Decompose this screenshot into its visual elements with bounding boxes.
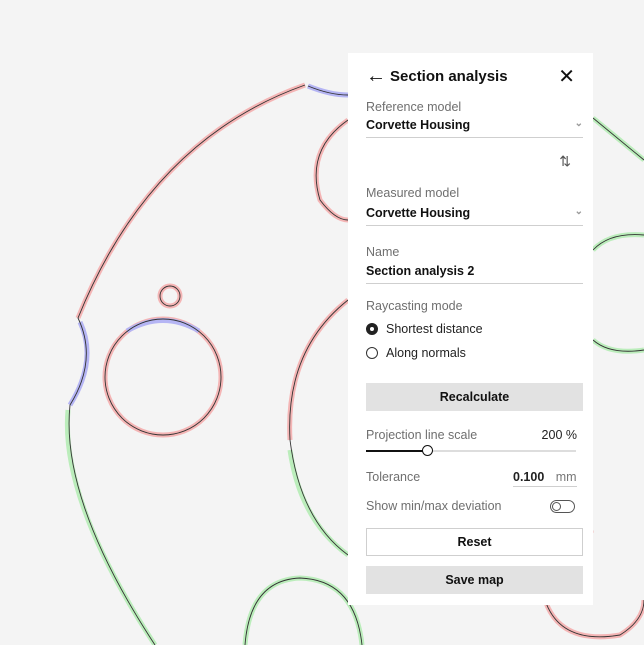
top-contour-under bbox=[307, 83, 349, 98]
projection-scale-value: 200 % bbox=[541, 428, 577, 442]
radio-unselected-icon bbox=[366, 347, 378, 359]
slider-handle[interactable] bbox=[421, 445, 433, 456]
outer-contour-lower bbox=[64, 409, 158, 645]
raycasting-mode-label: Raycasting mode bbox=[366, 299, 463, 313]
chevron-down-icon: ⌄ bbox=[574, 206, 583, 217]
radio-selected-icon bbox=[366, 323, 378, 335]
measured-model-value: Corvette Housing bbox=[366, 206, 471, 220]
recalculate-button[interactable]: Recalculate bbox=[366, 383, 583, 411]
measured-model-label: Measured model bbox=[366, 186, 460, 200]
radio-label: Along normals bbox=[386, 346, 466, 360]
measured-model-select[interactable]: Corvette Housing ⌄ bbox=[366, 206, 583, 226]
swap-vertical-icon[interactable]: ⇅ bbox=[559, 153, 571, 170]
radio-along-normals[interactable]: Along normals bbox=[366, 346, 466, 360]
mid-hole bbox=[102, 316, 224, 438]
show-minmax-label: Show min/max deviation bbox=[366, 499, 502, 513]
tolerance-label: Tolerance bbox=[366, 470, 421, 484]
name-value: Section analysis 2 bbox=[366, 264, 475, 278]
right-hole bbox=[591, 232, 644, 354]
bottom-hole bbox=[242, 575, 365, 645]
projection-scale-label: Projection line scale bbox=[366, 428, 478, 442]
left-big-hole-lower bbox=[287, 449, 350, 558]
tolerance-input[interactable]: 0.100 mm bbox=[513, 470, 577, 487]
tolerance-value: 0.100 bbox=[513, 470, 545, 484]
name-input[interactable]: Section analysis 2 bbox=[366, 264, 583, 284]
radio-shortest-distance[interactable]: Shortest distance bbox=[366, 322, 483, 336]
reset-button[interactable]: Reset bbox=[366, 528, 583, 556]
panel-header: ← Section analysis ✕ bbox=[366, 61, 575, 91]
arrow-left-icon[interactable]: ← bbox=[366, 65, 390, 88]
toggle-knob bbox=[552, 502, 561, 511]
slider-fill bbox=[366, 450, 427, 452]
reference-model-select[interactable]: Corvette Housing ⌄ bbox=[366, 118, 583, 138]
reference-model-label: Reference model bbox=[366, 100, 462, 114]
name-label: Name bbox=[366, 245, 400, 259]
save-map-button[interactable]: Save map bbox=[366, 566, 583, 594]
reference-model-value: Corvette Housing bbox=[366, 118, 471, 132]
tolerance-unit: mm bbox=[555, 470, 577, 484]
projection-scale-slider[interactable] bbox=[366, 445, 576, 456]
show-minmax-toggle[interactable] bbox=[550, 500, 575, 513]
outer-contour-over bbox=[75, 82, 306, 319]
section-analysis-panel: ← Section analysis ✕ Reference model Cor… bbox=[348, 53, 593, 605]
outer-notch-under bbox=[67, 320, 90, 407]
close-icon[interactable]: ✕ bbox=[558, 64, 575, 89]
chevron-down-icon: ⌄ bbox=[574, 118, 583, 129]
top-right-hole bbox=[313, 117, 350, 223]
radio-label: Shortest distance bbox=[386, 322, 483, 336]
panel-title: Section analysis bbox=[390, 67, 508, 85]
